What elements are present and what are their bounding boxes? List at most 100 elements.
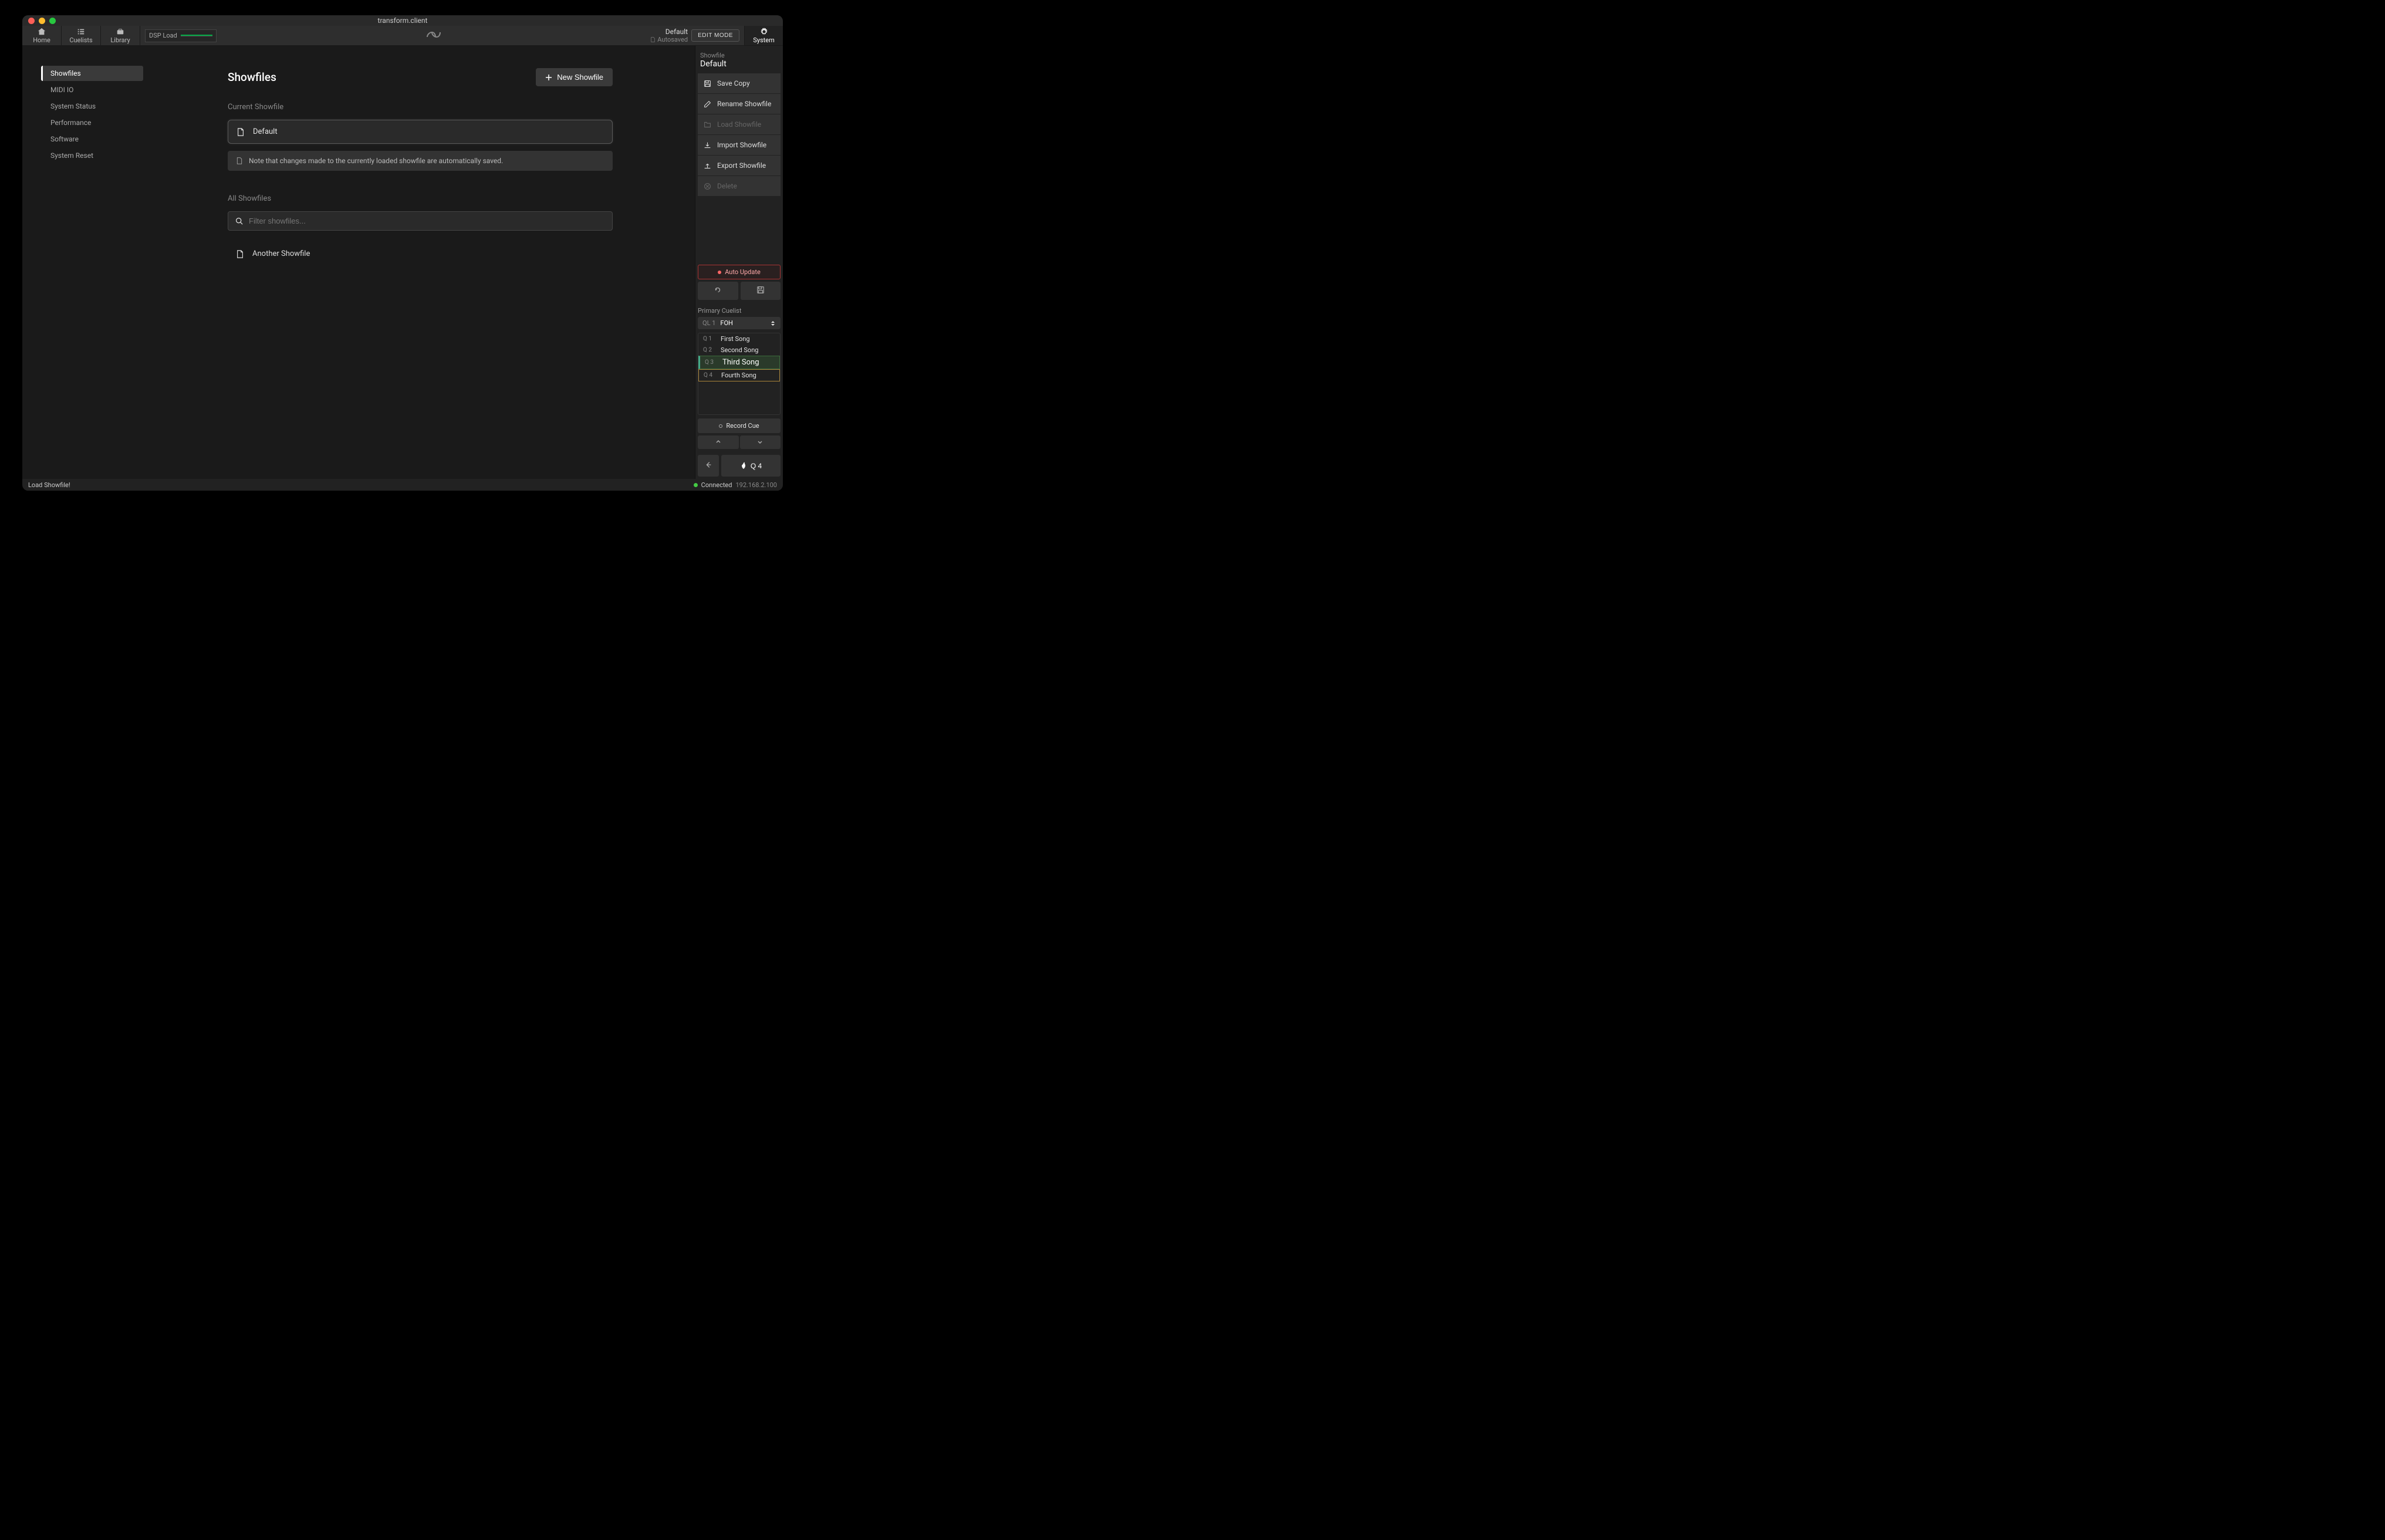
minimize-window-button[interactable] <box>39 18 45 24</box>
showfile-info: Default Autosaved <box>650 28 688 44</box>
current-showfile-name: Default <box>253 127 278 136</box>
chevron-down-icon <box>757 439 763 445</box>
load-showfile-button[interactable]: Load Showfile <box>698 114 781 134</box>
cuelist-name: FOH <box>720 319 765 327</box>
auto-update-toggle[interactable]: Auto Update <box>698 265 781 279</box>
connection-dot-icon <box>694 483 698 487</box>
rename-showfile-button[interactable]: Rename Showfile <box>698 94 781 114</box>
topbar: Home Cuelists Library DSP Load <box>22 26 783 46</box>
cue-name: Third Song <box>722 358 759 367</box>
right-panel: Showfile Default Save Copy Rename Showfi… <box>695 46 783 479</box>
cue-list: Q 1 First Song Q 2 Second Song Q 3 Third… <box>698 333 781 415</box>
cuelist-select[interactable]: QL 1 FOH <box>698 317 781 329</box>
close-window-button[interactable] <box>28 18 35 24</box>
cue-next-button[interactable] <box>740 435 781 449</box>
go-back-button[interactable] <box>698 455 719 477</box>
nav-tab-label: Home <box>33 36 50 44</box>
undo-button[interactable] <box>698 282 738 300</box>
save-button[interactable] <box>741 282 781 300</box>
sidebar-item-system-reset[interactable]: System Reset <box>41 148 143 163</box>
nav-tab-label: Library <box>110 36 130 44</box>
nav-tab-library[interactable]: Library <box>101 26 140 45</box>
action-label: Load Showfile <box>717 120 761 129</box>
showfile-item-name: Another Showfile <box>252 249 310 258</box>
sidebar-left: Showfiles MIDI IO System Status Performa… <box>22 46 146 479</box>
nav-tab-home[interactable]: Home <box>22 26 62 45</box>
pencil-icon <box>704 100 711 108</box>
go-button[interactable]: Q 4 <box>721 455 781 477</box>
button-label: New Showfile <box>557 73 603 82</box>
nav-tab-label: Cuelists <box>69 36 92 44</box>
cue-item[interactable]: Q 1 First Song <box>698 333 780 345</box>
record-cue-button[interactable]: Record Cue <box>698 418 781 433</box>
delete-showfile-button[interactable]: Delete <box>698 176 781 196</box>
sidebar-item-performance[interactable]: Performance <box>41 115 143 130</box>
cue-number: Q 3 <box>705 359 717 366</box>
fire-icon <box>740 462 747 470</box>
window-title: transform.client <box>22 16 783 25</box>
search-icon <box>235 217 243 225</box>
import-showfile-button[interactable]: Import Showfile <box>698 135 781 155</box>
cue-name: Second Song <box>721 346 758 354</box>
sidebar-item-software[interactable]: Software <box>41 131 143 147</box>
cue-name: Fourth Song <box>721 372 756 379</box>
action-label: Delete <box>717 182 737 190</box>
primary-cuelist-label: Primary Cuelist <box>698 307 781 315</box>
app-window: transform.client Home Cuelists Library <box>22 15 783 491</box>
all-showfiles-label: All Showfiles <box>228 194 613 203</box>
action-label: Save Copy <box>717 79 750 87</box>
maximize-window-button[interactable] <box>49 18 56 24</box>
cue-number: Q 4 <box>704 372 715 379</box>
record-dot-icon <box>718 271 721 274</box>
home-icon <box>38 28 46 36</box>
nav-tab-label: System <box>753 36 775 44</box>
titlebar: transform.client <box>22 15 783 26</box>
dsp-label: DSP Load <box>149 32 177 39</box>
plus-icon <box>545 74 552 81</box>
nav-tab-system[interactable]: System <box>744 26 783 45</box>
right-panel-actions: Save Copy Rename Showfile Load Showfile … <box>698 73 781 196</box>
nav-tab-cuelists[interactable]: Cuelists <box>62 26 101 45</box>
new-showfile-button[interactable]: New Showfile <box>536 68 613 86</box>
save-icon <box>756 286 765 294</box>
statusbar: Load Showfile! Connected 192.168.2.100 <box>22 479 783 491</box>
file-icon <box>236 157 243 164</box>
note-box: Note that changes made to the currently … <box>228 151 613 171</box>
connection-status: Connected <box>701 481 732 489</box>
undo-icon <box>714 286 722 294</box>
current-showfile-card[interactable]: Default <box>228 120 613 144</box>
filter-input[interactable] <box>249 217 605 225</box>
sidebar-item-midi-io[interactable]: MIDI IO <box>41 82 143 97</box>
cue-prev-button[interactable] <box>698 435 739 449</box>
action-label: Rename Showfile <box>717 100 771 108</box>
filter-box[interactable] <box>228 211 613 231</box>
cue-item-active[interactable]: Q 3 Third Song <box>698 356 780 369</box>
topbar-right: Default Autosaved EDIT MODE System <box>650 26 783 45</box>
showfile-list-item[interactable]: Another Showfile <box>228 242 613 265</box>
auto-update-label: Auto Update <box>725 268 761 276</box>
showfile-name: Default <box>650 28 688 36</box>
current-showfile-label: Current Showfile <box>228 103 613 112</box>
gear-icon <box>760 28 768 36</box>
dsp-bar <box>181 35 212 36</box>
list-icon <box>77 28 85 36</box>
cue-item[interactable]: Q 2 Second Song <box>698 345 780 356</box>
note-text: Note that changes made to the currently … <box>249 157 503 165</box>
updown-icon <box>770 320 776 326</box>
sidebar-item-system-status[interactable]: System Status <box>41 99 143 114</box>
edit-mode-button[interactable]: EDIT MODE <box>691 29 739 42</box>
chevron-up-icon <box>715 439 721 445</box>
cue-number: Q 2 <box>703 347 715 353</box>
save-icon <box>704 80 711 87</box>
statusbar-right: Connected 192.168.2.100 <box>694 481 777 489</box>
app-logo-icon <box>424 29 444 43</box>
cue-item-next[interactable]: Q 4 Fourth Song <box>698 369 780 381</box>
sidebar-item-showfiles[interactable]: Showfiles <box>41 66 143 81</box>
topbar-center <box>217 26 650 45</box>
export-showfile-button[interactable]: Export Showfile <box>698 156 781 175</box>
delete-icon <box>704 183 711 190</box>
connection-ip: 192.168.2.100 <box>735 481 777 489</box>
save-copy-button[interactable]: Save Copy <box>698 73 781 93</box>
folder-icon <box>704 121 711 129</box>
file-icon <box>236 250 244 258</box>
